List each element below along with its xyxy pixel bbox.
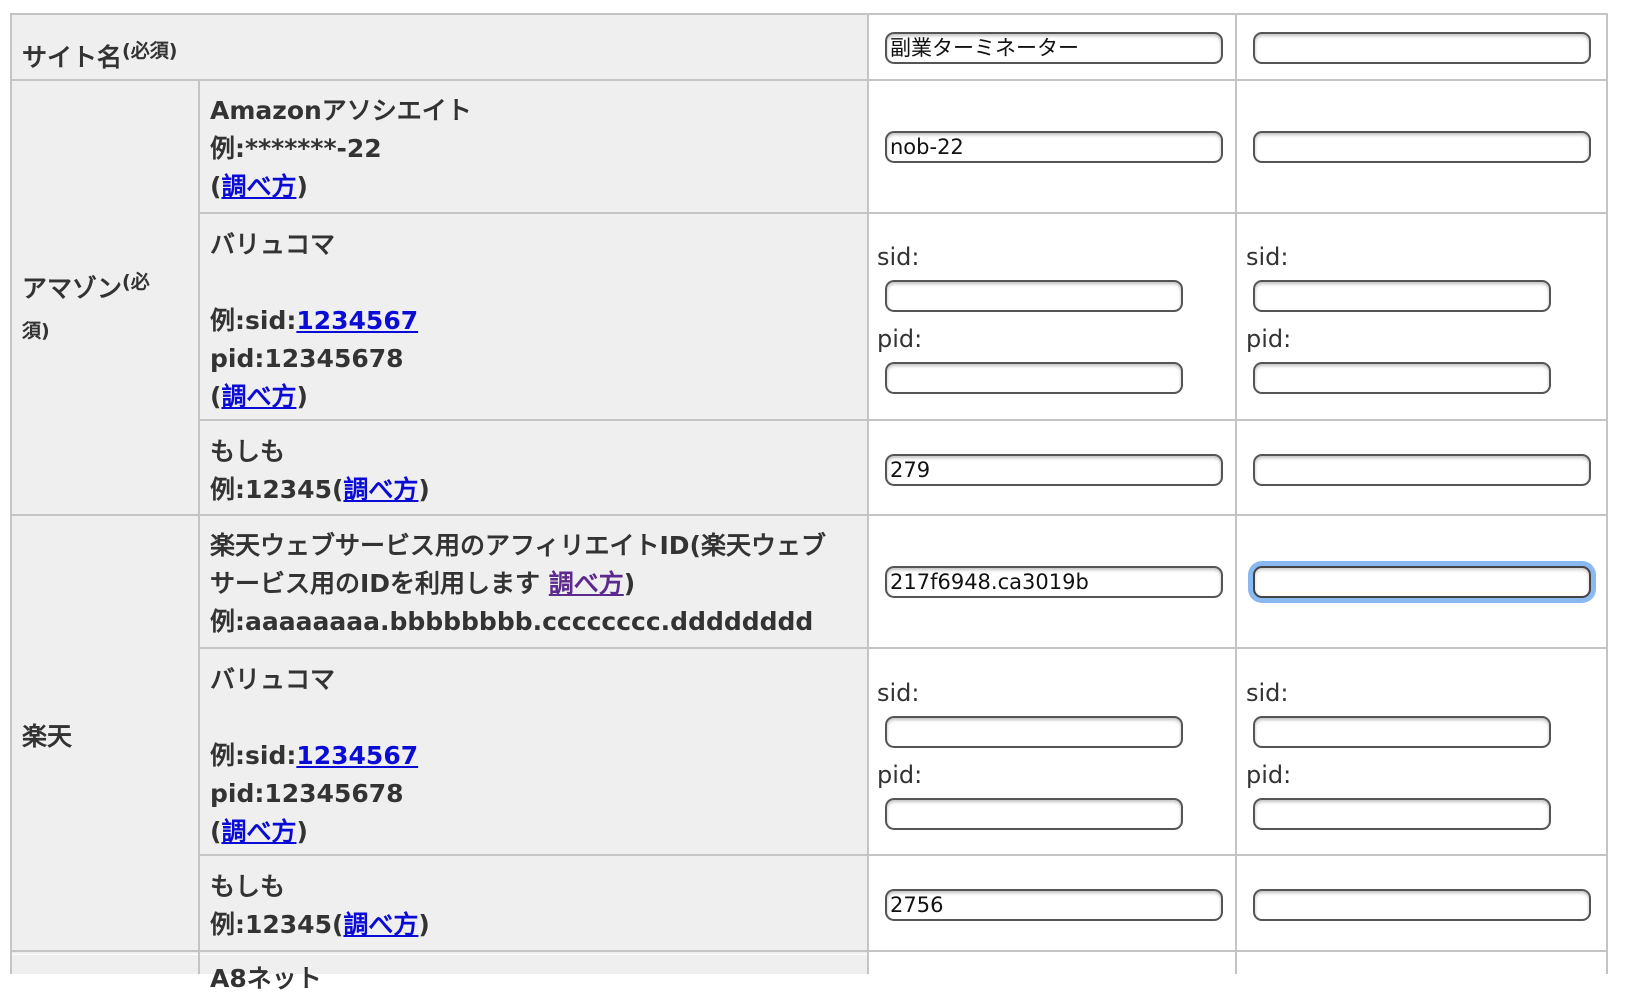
sid-label: sid: <box>877 243 920 271</box>
valuecommerce-title: バリュコマ <box>210 665 336 694</box>
site-name-input-2[interactable] <box>1253 32 1591 64</box>
amazon-vc-pid-input-1[interactable] <box>885 362 1183 394</box>
moshimo-example: 例:12345( <box>210 475 344 504</box>
example-sid-link[interactable]: 1234567 <box>296 741 418 770</box>
amazon-associate-label: Amazonアソシエイト 例:*******-22 (調べ方) <box>210 92 472 206</box>
rakuten-webservice-input-2[interactable] <box>1253 566 1591 598</box>
example-sid-link[interactable]: 1234567 <box>296 306 418 335</box>
rakuten-valuecommerce-label: バリュコマ 例:sid:1234567 pid:12345678 (調べ方) <box>210 661 418 851</box>
amazon-moshimo-input-1[interactable]: 279 <box>885 454 1223 486</box>
a8net-label: A8ネット <box>210 964 322 993</box>
moshimo-title: もしも <box>210 872 286 901</box>
rakuten-moshimo-input-2[interactable] <box>1253 889 1591 921</box>
amazon-required-mark-1: (必 <box>122 271 150 293</box>
pid-label: pid: <box>877 761 923 789</box>
required-mark: (必須) <box>122 40 178 62</box>
rakuten-group-label: 楽天 <box>22 722 73 751</box>
amazon-moshimo-input-2[interactable] <box>1253 454 1591 486</box>
amazon-associate-input-1[interactable]: nob-22 <box>885 131 1223 163</box>
amazon-associate-input-2[interactable] <box>1253 131 1591 163</box>
paren-open: ( <box>210 172 222 201</box>
pid-label: pid: <box>1246 325 1292 353</box>
site-name-text: サイト名 <box>22 43 123 72</box>
valuecommerce-title: バリュコマ <box>210 230 336 259</box>
howto-link[interactable]: 調べ方 <box>549 569 624 598</box>
amazon-vc-sid-input-2[interactable] <box>1253 280 1551 312</box>
sid-label: sid: <box>1246 243 1289 271</box>
site-name-label: サイト名(必須) <box>22 32 177 77</box>
amazon-vc-sid-input-1[interactable] <box>885 280 1183 312</box>
paren-close: ) <box>296 172 308 201</box>
rakuten-vc-pid-input-1[interactable] <box>885 798 1183 830</box>
howto-link[interactable]: 調べ方 <box>343 910 418 939</box>
rakuten-vc-sid-input-2[interactable] <box>1253 716 1551 748</box>
moshimo-example: 例:12345( <box>210 910 344 939</box>
howto-link[interactable]: 調べ方 <box>221 817 296 846</box>
rakuten-moshimo-label: もしも 例:12345(調べ方) <box>210 868 430 944</box>
sid-label: sid: <box>877 679 920 707</box>
sid-label: sid: <box>1246 679 1289 707</box>
paren-close: ) <box>296 382 308 411</box>
rakuten-webservice-input-1[interactable]: 217f6948.ca3019b <box>885 566 1223 598</box>
paren-close: ) <box>418 910 430 939</box>
paren-close: ) <box>418 475 430 504</box>
rakuten-moshimo-input-1[interactable]: 2756 <box>885 889 1223 921</box>
amazon-associate-title: Amazonアソシエイト <box>210 96 472 125</box>
amazon-associate-example: 例:*******-22 <box>210 134 382 163</box>
paren-close: ) <box>623 569 636 598</box>
rakuten-vc-pid-input-2[interactable] <box>1253 798 1551 830</box>
paren-open: ( <box>210 382 222 411</box>
moshimo-title: もしも <box>210 437 286 466</box>
amazon-moshimo-label: もしも 例:12345(調べ方) <box>210 433 430 509</box>
paren-open: ( <box>210 817 222 846</box>
amazon-required-mark-2: 須) <box>22 320 50 342</box>
howto-link[interactable]: 調べ方 <box>343 475 418 504</box>
site-name-input-1[interactable]: 副業ターミネーター <box>885 32 1223 64</box>
example-pid: pid:12345678 <box>210 779 404 808</box>
rakuten-vc-sid-input-1[interactable] <box>885 716 1183 748</box>
amazon-vc-pid-input-2[interactable] <box>1253 362 1551 394</box>
rakuten-webservice-label: 楽天ウェブサービス用のアフィリエイトID(楽天ウェブ サービス用のIDを利用しま… <box>210 527 860 641</box>
webservice-example: 例:aaaaaaaa.bbbbbbbb.cccccccc.dddddddd <box>210 607 814 636</box>
howto-link[interactable]: 調べ方 <box>221 382 296 411</box>
amazon-group-label: アマゾン(必 須) <box>22 262 192 351</box>
example-prefix: 例:sid: <box>210 306 297 335</box>
example-prefix: 例:sid: <box>210 741 297 770</box>
example-pid: pid:12345678 <box>210 344 404 373</box>
howto-link[interactable]: 調べ方 <box>221 172 296 201</box>
amazon-valuecommerce-label: バリュコマ 例:sid:1234567 pid:12345678 (調べ方) <box>210 226 418 416</box>
webservice-title-line1: 楽天ウェブサービス用のアフィリエイトID(楽天ウェブ <box>210 531 826 560</box>
pid-label: pid: <box>1246 761 1292 789</box>
amazon-group-text: アマゾン <box>22 274 123 303</box>
webservice-title-line2: サービス用のIDを利用します <box>210 569 549 598</box>
pid-label: pid: <box>877 325 923 353</box>
paren-close: ) <box>296 817 308 846</box>
